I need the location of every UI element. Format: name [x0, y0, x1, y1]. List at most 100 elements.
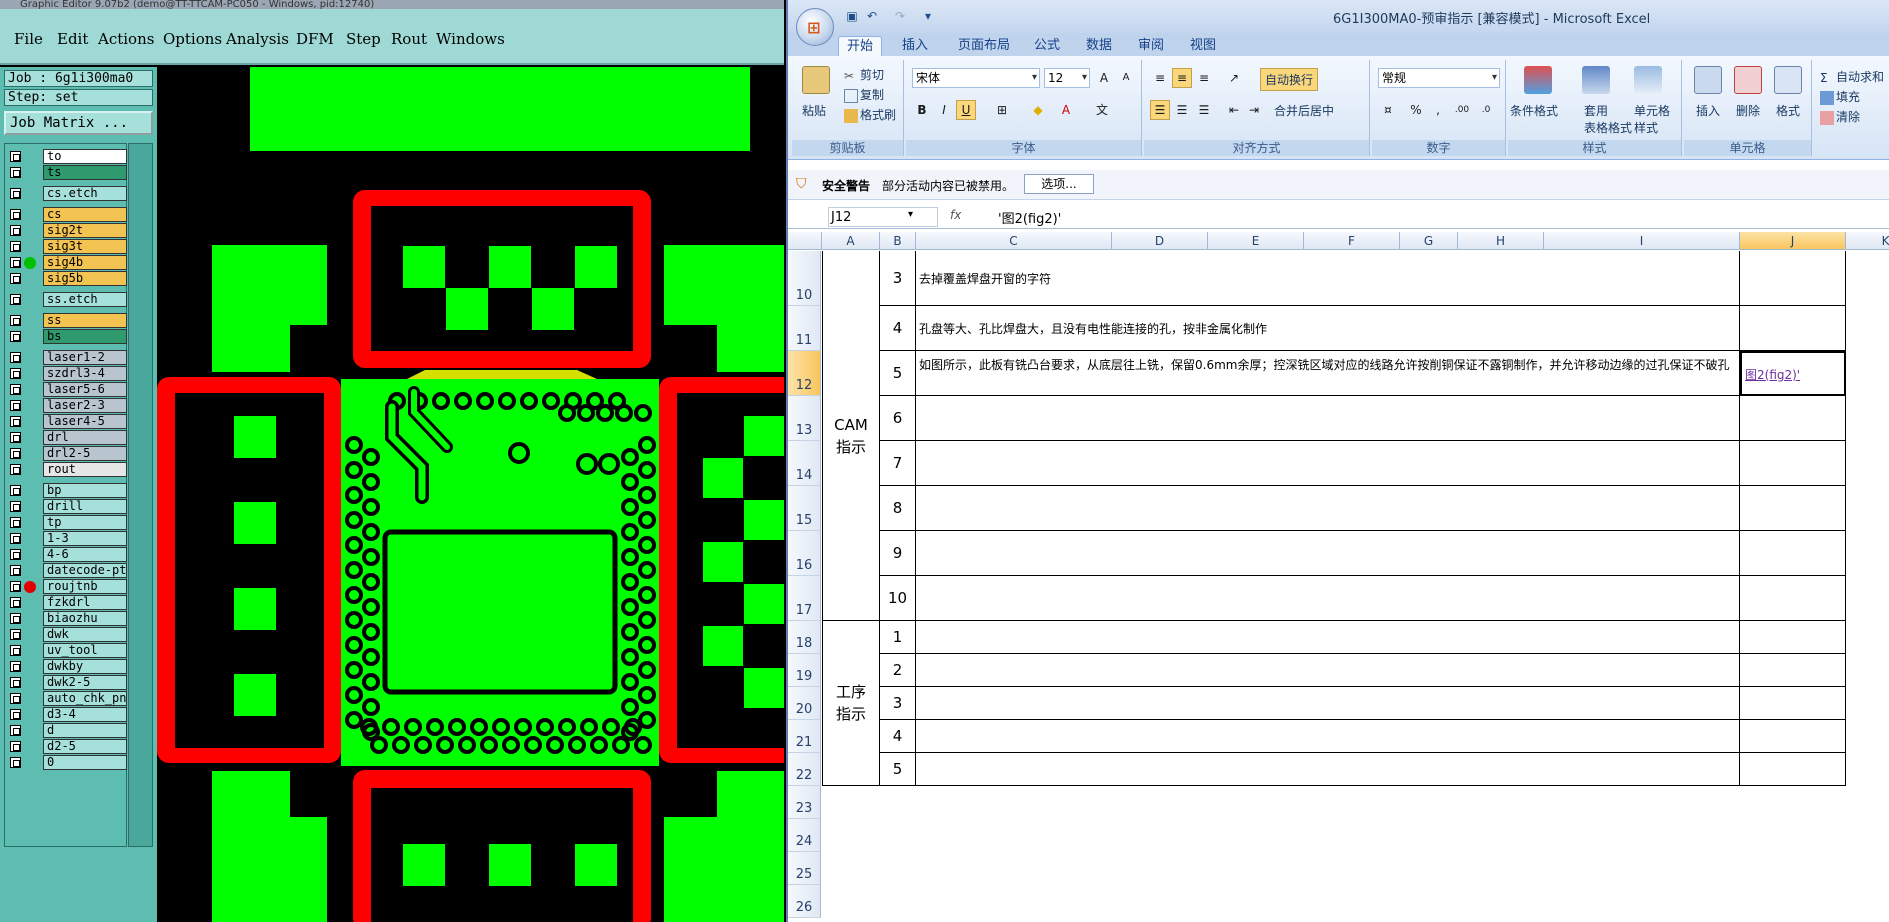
- layer-name[interactable]: ss: [43, 313, 127, 328]
- menu-file[interactable]: File: [14, 30, 43, 48]
- underline-button[interactable]: U: [956, 100, 976, 120]
- column-header[interactable]: I: [1544, 232, 1740, 250]
- cell-reference[interactable]: [1740, 306, 1846, 351]
- column-header[interactable]: K: [1846, 232, 1889, 250]
- column-header[interactable]: J: [1740, 232, 1846, 250]
- layer-name[interactable]: d2-5: [43, 739, 127, 754]
- cell-reference[interactable]: [1740, 441, 1846, 486]
- layer-checkbox[interactable]: [10, 151, 21, 162]
- layer-row[interactable]: rout: [7, 462, 127, 477]
- number-format-select[interactable]: 常规: [1378, 68, 1500, 88]
- tab-home[interactable]: 开始: [838, 36, 883, 56]
- cell-item-number[interactable]: 10: [880, 576, 916, 621]
- paste-button[interactable]: 粘贴: [802, 102, 826, 119]
- cut-button[interactable]: ✂ 剪切: [844, 66, 884, 83]
- cell-reference[interactable]: [1740, 396, 1846, 441]
- row-header[interactable]: 18: [788, 621, 821, 654]
- column-header[interactable]: D: [1112, 232, 1208, 250]
- cell-reference[interactable]: [1740, 687, 1846, 720]
- layer-row[interactable]: to: [7, 149, 127, 164]
- cell-item-number[interactable]: 4: [880, 306, 916, 351]
- cell-item-number[interactable]: 5: [880, 351, 916, 396]
- layer-checkbox[interactable]: [10, 485, 21, 496]
- cell-item-number[interactable]: 9: [880, 531, 916, 576]
- layer-name[interactable]: szdrl3-4: [43, 366, 127, 381]
- layer-row[interactable]: datecode-pte: [7, 563, 127, 578]
- layer-row[interactable]: bp: [7, 483, 127, 498]
- layer-row[interactable]: drill: [7, 499, 127, 514]
- cell-instruction[interactable]: [916, 720, 1740, 753]
- increase-indent-icon[interactable]: ⇥: [1244, 100, 1264, 120]
- layer-row[interactable]: ss.etch: [7, 292, 127, 307]
- layer-checkbox[interactable]: [10, 167, 21, 178]
- layer-checkbox[interactable]: [10, 416, 21, 427]
- cell-item-number[interactable]: 2: [880, 654, 916, 687]
- align-bottom-icon[interactable]: ≡: [1194, 68, 1214, 88]
- layer-row[interactable]: uv_tool: [7, 643, 127, 658]
- layer-checkbox[interactable]: [10, 257, 21, 268]
- formula-input[interactable]: '图2(fig2)': [998, 208, 1061, 227]
- cell-reference[interactable]: [1740, 576, 1846, 621]
- column-header[interactable]: B: [880, 232, 916, 250]
- layer-row[interactable]: dwk2-5: [7, 675, 127, 690]
- layer-name[interactable]: ts: [43, 165, 127, 180]
- office-button[interactable]: ⊞: [796, 8, 834, 46]
- layer-name[interactable]: d: [43, 723, 127, 738]
- tab-data[interactable]: 数据: [1078, 36, 1120, 56]
- layer-row[interactable]: biaozhu: [7, 611, 127, 626]
- layer-checkbox[interactable]: [10, 368, 21, 379]
- phonetic-icon[interactable]: 文: [1092, 100, 1112, 120]
- layer-checkbox[interactable]: [10, 661, 21, 672]
- layer-row[interactable]: drl2-5: [7, 446, 127, 461]
- wrap-text-button[interactable]: 自动换行: [1260, 68, 1319, 91]
- clear-button[interactable]: 清除: [1820, 108, 1860, 125]
- function-icon[interactable]: fx: [950, 208, 961, 222]
- layer-name[interactable]: datecode-pte: [43, 563, 127, 578]
- format-painter-button[interactable]: 格式刷: [844, 106, 896, 123]
- layer-name[interactable]: sig4b: [43, 255, 127, 270]
- cell-reference[interactable]: [1740, 753, 1846, 786]
- cell-reference[interactable]: [1740, 720, 1846, 753]
- layer-name[interactable]: sig3t: [43, 239, 127, 254]
- layer-name[interactable]: ss.etch: [43, 292, 127, 307]
- layer-checkbox[interactable]: [10, 294, 21, 305]
- cell-item-number[interactable]: 7: [880, 441, 916, 486]
- row-header[interactable]: 14: [788, 441, 821, 486]
- cell-item-number[interactable]: 1: [880, 621, 916, 654]
- row-header[interactable]: 25: [788, 852, 821, 885]
- layer-checkbox[interactable]: [10, 448, 21, 459]
- layer-row[interactable]: cs.etch: [7, 186, 127, 201]
- layer-row[interactable]: laser5-6: [7, 382, 127, 397]
- worksheet-grid[interactable]: A B C D E F G H I J K 10 3 去掉覆盖焊盘开窗的字符 11 4 孔盘等大、孔比焊盘大，且…: [788, 232, 1889, 922]
- fill-color-icon[interactable]: ◆: [1028, 100, 1048, 120]
- layer-checkbox[interactable]: [10, 549, 21, 560]
- layer-checkbox[interactable]: [10, 693, 21, 704]
- grow-font-icon[interactable]: A: [1094, 68, 1114, 88]
- layer-checkbox[interactable]: [10, 581, 21, 592]
- security-options-button[interactable]: 选项...: [1024, 174, 1094, 194]
- layer-name[interactable]: cs.etch: [43, 186, 127, 201]
- cell-reference[interactable]: [1740, 654, 1846, 687]
- layer-checkbox[interactable]: [10, 315, 21, 326]
- tab-insert[interactable]: 插入: [894, 36, 936, 56]
- format-table-button[interactable]: 套用 表格格式: [1584, 102, 1632, 136]
- layer-name[interactable]: sig2t: [43, 223, 127, 238]
- layer-checkbox[interactable]: [10, 352, 21, 363]
- layer-checkbox[interactable]: [10, 565, 21, 576]
- layer-name[interactable]: dwk2-5: [43, 675, 127, 690]
- layer-name[interactable]: to: [43, 149, 127, 164]
- row-header[interactable]: 21: [788, 720, 821, 753]
- layer-row[interactable]: 0: [7, 755, 127, 770]
- increase-decimal-icon[interactable]: .00: [1452, 100, 1472, 120]
- layer-name[interactable]: dwk: [43, 627, 127, 642]
- cell-instruction[interactable]: [916, 654, 1740, 687]
- fill-button[interactable]: 填充: [1820, 88, 1860, 105]
- font-size-select[interactable]: 12: [1044, 68, 1090, 88]
- layer-name[interactable]: bs: [43, 329, 127, 344]
- layer-row[interactable]: laser2-3: [7, 398, 127, 413]
- tab-page-layout[interactable]: 页面布局: [950, 36, 1018, 56]
- cell-hyperlink-selected[interactable]: 图2(fig2)': [1740, 351, 1846, 396]
- border-icon[interactable]: ⊞: [992, 100, 1012, 120]
- decrease-indent-icon[interactable]: ⇤: [1224, 100, 1244, 120]
- layer-name[interactable]: roujtnb: [43, 579, 127, 594]
